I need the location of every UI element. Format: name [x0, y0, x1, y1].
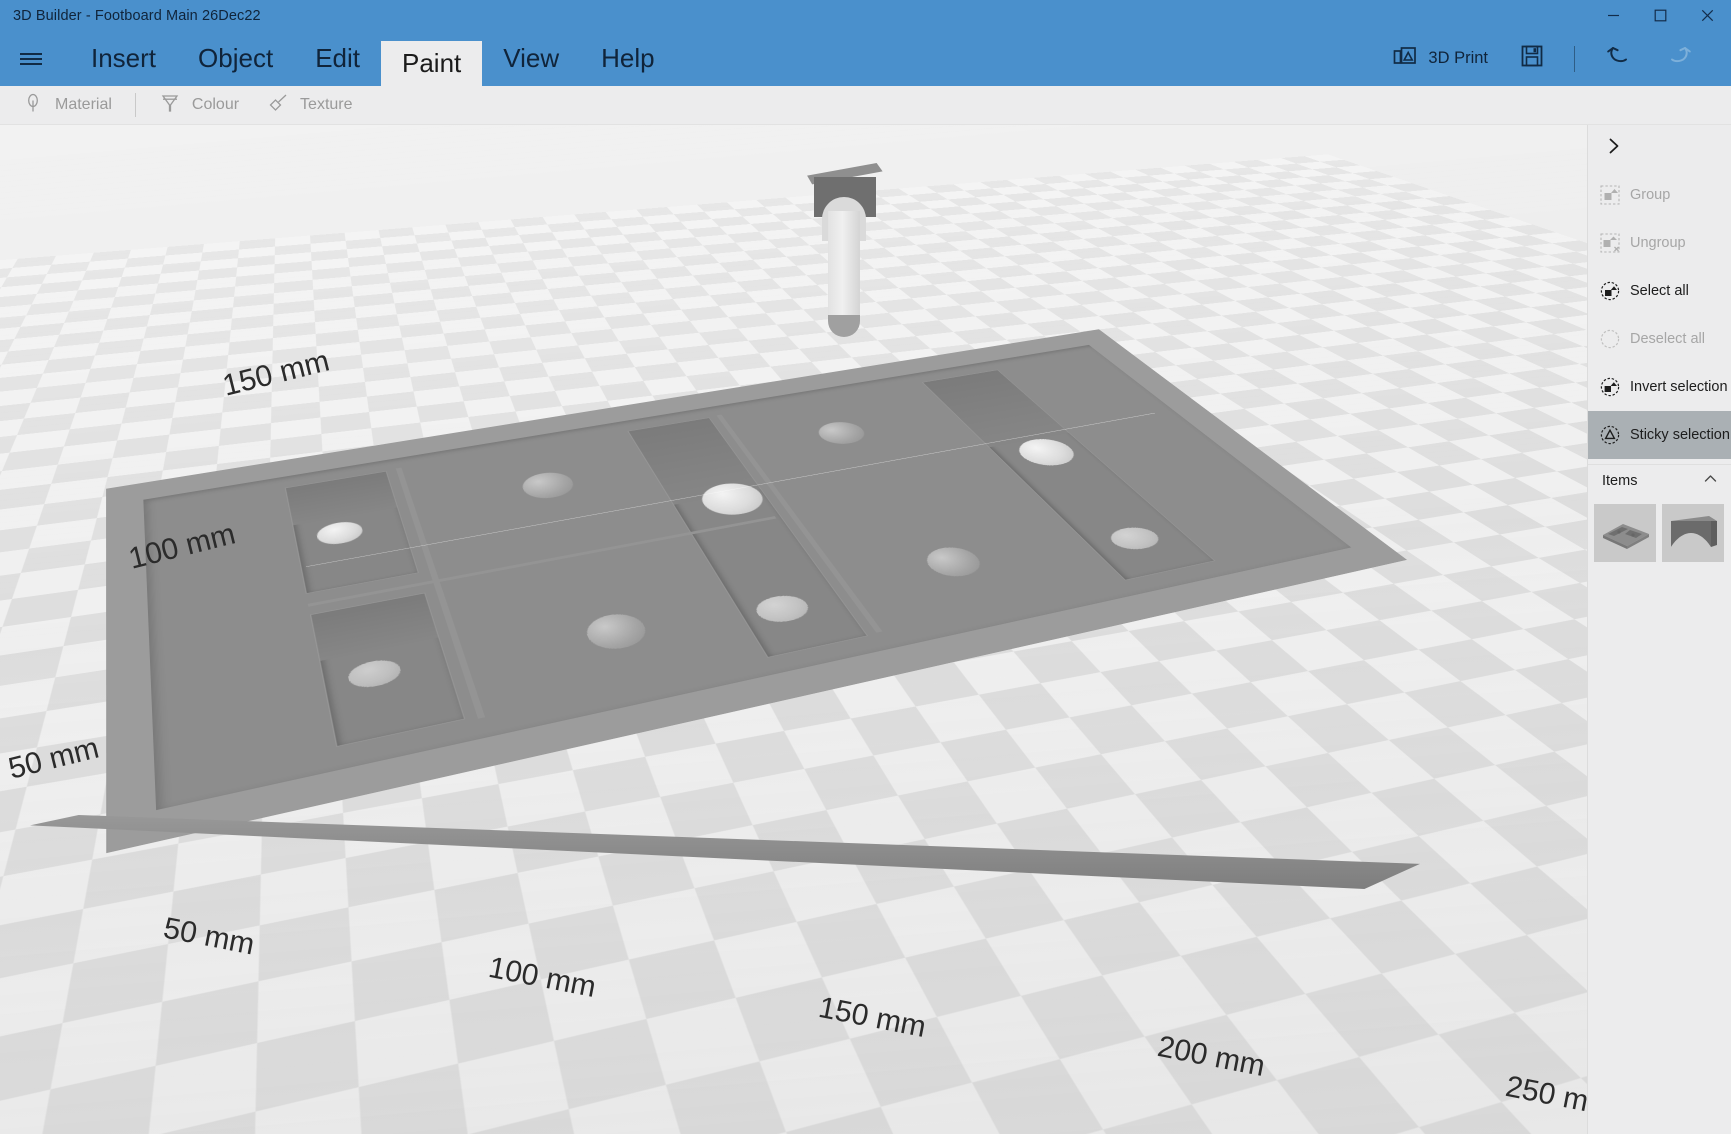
menu-item-paint[interactable]: Paint — [381, 41, 482, 86]
material-icon — [22, 92, 44, 119]
sidebar-item-ungroup[interactable]: Ungroup — [1588, 219, 1731, 267]
sidebar-item-sticky-selection[interactable]: Sticky selection — [1588, 411, 1731, 459]
invert-selection-icon — [1600, 377, 1620, 397]
ungroup-icon — [1600, 233, 1620, 253]
menu-bar: Insert Object Edit Paint View Help 3D Pr… — [0, 31, 1731, 86]
chevron-up-icon[interactable] — [1702, 470, 1719, 492]
texture-button[interactable]: Texture — [253, 86, 366, 125]
title-bar: 3D Builder - Footboard Main 26Dec22 — [0, 0, 1731, 31]
item-thumbnail-footboard-tray[interactable] — [1594, 504, 1656, 562]
menu-item-view[interactable]: View — [482, 31, 580, 86]
texture-icon — [267, 92, 289, 119]
sidebar-item-deselect-all-label: Deselect all — [1630, 331, 1705, 347]
close-icon[interactable] — [1684, 0, 1731, 31]
save-icon — [1520, 44, 1544, 73]
menu-item-insert[interactable]: Insert — [70, 31, 177, 86]
sidebar-item-select-all-label: Select all — [1630, 283, 1689, 299]
items-thumbnail-grid — [1588, 496, 1731, 562]
toolbar-divider — [1574, 46, 1575, 72]
material-button[interactable]: Material — [8, 86, 126, 125]
hamburger-icon[interactable] — [8, 31, 54, 86]
sidebar-item-invert-selection-label: Invert selection — [1630, 379, 1728, 395]
menu-items: Insert Object Edit Paint View Help — [70, 31, 676, 86]
colour-button[interactable]: Colour — [145, 86, 253, 125]
minimize-icon[interactable] — [1590, 0, 1637, 31]
sidebar-item-deselect-all[interactable]: Deselect all — [1588, 315, 1731, 363]
sticky-selection-icon — [1600, 425, 1620, 445]
maximize-icon[interactable] — [1637, 0, 1684, 31]
chevron-right-icon — [1604, 136, 1624, 161]
sidebar-item-invert-selection[interactable]: Invert selection — [1588, 363, 1731, 411]
3d-print-icon — [1393, 44, 1417, 73]
3d-print-button[interactable]: 3D Print — [1377, 31, 1504, 86]
undo-button[interactable] — [1589, 31, 1649, 86]
sidebar-item-ungroup-label: Ungroup — [1630, 235, 1686, 251]
sidebar-item-group-label: Group — [1630, 187, 1670, 203]
sidebar-expand-button[interactable] — [1588, 125, 1731, 171]
colour-icon — [159, 92, 181, 119]
menu-bar-tools: 3D Print — [1377, 31, 1731, 86]
window-title: 3D Builder - Footboard Main 26Dec22 — [13, 8, 261, 24]
colour-label: Colour — [192, 96, 239, 114]
app-window: 3D Builder - Footboard Main 26Dec22 Inse… — [0, 0, 1731, 1134]
menu-item-help[interactable]: Help — [580, 31, 675, 86]
undo-icon — [1605, 42, 1633, 75]
window-controls — [1590, 0, 1731, 31]
items-section-header[interactable]: Items — [1588, 464, 1731, 496]
3d-print-label: 3D Print — [1428, 49, 1488, 68]
select-all-icon — [1600, 281, 1620, 301]
3d-viewport[interactable]: 150 mm 100 mm 50 mm 50 mm 100 mm 150 mm … — [0, 125, 1587, 1134]
grid-floor — [0, 125, 1587, 1134]
sidebar-item-group[interactable]: Group — [1588, 171, 1731, 219]
bracket-top-face — [807, 163, 883, 184]
paint-subtoolbar: Material Colour Texture — [0, 86, 1731, 125]
sidebar-item-select-all[interactable]: Select all — [1588, 267, 1731, 315]
save-button[interactable] — [1504, 31, 1560, 86]
subtoolbar-divider — [135, 93, 136, 117]
texture-label: Texture — [300, 96, 352, 114]
right-sidebar: Group Ungroup Select all — [1587, 125, 1731, 1134]
redo-button[interactable] — [1649, 31, 1709, 86]
item-thumbnail-bracket-arch[interactable] — [1662, 504, 1724, 562]
deselect-all-icon — [1600, 329, 1620, 349]
menu-item-edit[interactable]: Edit — [294, 31, 381, 86]
items-section-label: Items — [1602, 473, 1637, 489]
sidebar-item-sticky-selection-label: Sticky selection — [1630, 427, 1730, 443]
material-label: Material — [55, 96, 112, 114]
group-icon — [1600, 185, 1620, 205]
redo-icon — [1665, 42, 1693, 75]
menu-item-object[interactable]: Object — [177, 31, 294, 86]
